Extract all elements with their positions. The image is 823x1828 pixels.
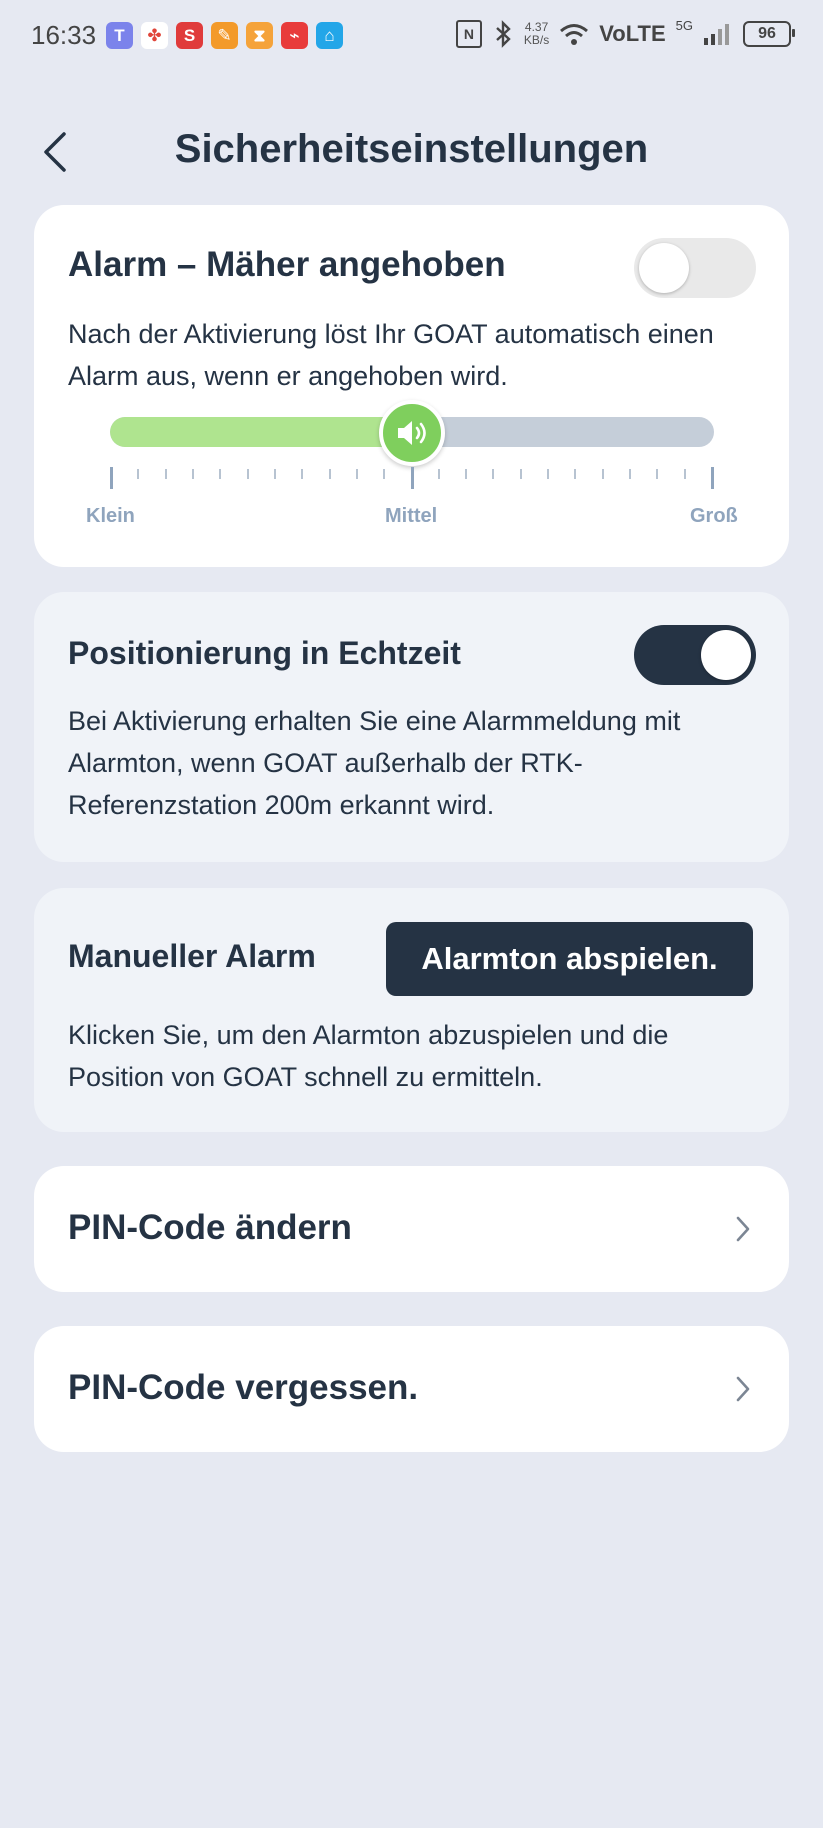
- notes-app-icon: ✎: [211, 22, 238, 49]
- slider-tick: [246, 469, 249, 479]
- lift-alarm-toggle[interactable]: [634, 238, 756, 298]
- lift-alarm-card: Alarm – Mäher angehoben Nach der Aktivie…: [34, 205, 789, 567]
- manual-alarm-description: Klicken Sie, um den Alarmton abzuspielen…: [68, 1020, 669, 1092]
- notification-icons: T ✤ S ✎ ⧗ ⌁ ⌂: [106, 22, 343, 49]
- hourglass-app-icon: ⧗: [246, 22, 273, 49]
- chevron-right-icon: [736, 1376, 750, 1402]
- battery-level: 96: [758, 25, 776, 42]
- realtime-positioning-card: Positionierung in Echtzeit Bei Aktivieru…: [34, 592, 789, 862]
- red-app-icon: ⌁: [281, 22, 308, 49]
- slider-tick: [164, 469, 167, 479]
- battery-icon: 96: [743, 21, 795, 47]
- volte-indicator: VoLTE: [599, 21, 666, 46]
- status-time: 16:33: [31, 20, 97, 50]
- slider-tick: [301, 469, 304, 479]
- toggle-knob: [639, 243, 689, 293]
- slider-major-tick: [410, 467, 414, 489]
- network-speed: 4.37 KB/s: [524, 21, 549, 47]
- status-indicators: N 4.37 KB/s VoLTE 5G 96: [455, 18, 795, 48]
- slider-tick: [191, 469, 194, 479]
- network-speed-unit: KB/s: [523, 33, 550, 47]
- manual-alarm-card: Manueller Alarm Alarmton abspielen. Klic…: [34, 888, 789, 1132]
- realtime-positioning-title: Positionierung in Echtzeit: [68, 635, 461, 671]
- slider-tick: [273, 469, 276, 479]
- change-pin-row[interactable]: PIN-Code ändern: [34, 1166, 789, 1292]
- slider-tick: [683, 469, 686, 479]
- slider-label-max: Groß: [690, 505, 738, 527]
- volume-slider-fill: [110, 417, 412, 447]
- realtime-positioning-toggle[interactable]: [634, 625, 756, 685]
- slider-label-min: Klein: [86, 505, 135, 527]
- manual-alarm-title: Manueller Alarm: [68, 938, 316, 974]
- slider-tick: [547, 469, 550, 479]
- forgot-pin-label: PIN-Code vergessen.: [68, 1368, 419, 1407]
- slider-tick: [437, 469, 440, 479]
- volume-slider-ticks: [110, 467, 714, 489]
- volume-slider-thumb[interactable]: [379, 400, 445, 466]
- lift-alarm-title: Alarm – Mäher angehoben: [68, 245, 506, 284]
- status-bar: 16:33 T ✤ S ✎ ⧗ ⌁ ⌂ N 4.37 KB/s VoLTE 5G 96: [0, 0, 823, 72]
- page-title: Sicherheitseinstellungen: [174, 127, 649, 171]
- change-pin-label: PIN-Code ändern: [68, 1208, 352, 1247]
- slider-tick: [328, 469, 331, 479]
- bluetooth-icon: [496, 20, 511, 48]
- slider-tick: [137, 469, 140, 479]
- slider-tick: [574, 469, 577, 479]
- home-app-icon: ⌂: [316, 22, 343, 49]
- chevron-right-icon: [736, 1216, 750, 1242]
- nfc-icon: N: [455, 20, 482, 48]
- slider-tick: [383, 469, 386, 479]
- realtime-positioning-description: Bei Aktivierung erhalten Sie eine Alarmm…: [68, 706, 681, 820]
- slider-tick: [601, 469, 604, 479]
- signal-icon: [704, 24, 729, 45]
- wifi-icon: [560, 24, 589, 45]
- speaker-icon: [398, 421, 426, 445]
- slack-icon: ✤: [141, 22, 168, 49]
- slider-tick: [465, 469, 468, 479]
- slider-tick: [629, 469, 632, 479]
- slider-major-tick: [110, 467, 113, 489]
- play-alarm-button[interactable]: Alarmton abspielen.: [386, 922, 753, 996]
- toggle-knob: [701, 630, 751, 680]
- slider-tick: [519, 469, 522, 479]
- slider-tick: [492, 469, 495, 479]
- s-app-icon: S: [176, 22, 203, 49]
- lift-alarm-description: Nach der Aktivierung löst Ihr GOAT autom…: [68, 319, 714, 391]
- slider-major-tick: [711, 467, 714, 489]
- forgot-pin-row[interactable]: PIN-Code vergessen.: [34, 1326, 789, 1452]
- slider-tick: [219, 469, 222, 479]
- slider-label-mid: Mittel: [385, 505, 438, 527]
- network-generation: 5G: [675, 18, 693, 33]
- slider-tick: [355, 469, 358, 479]
- teams-icon: T: [106, 22, 133, 49]
- slider-tick: [656, 469, 659, 479]
